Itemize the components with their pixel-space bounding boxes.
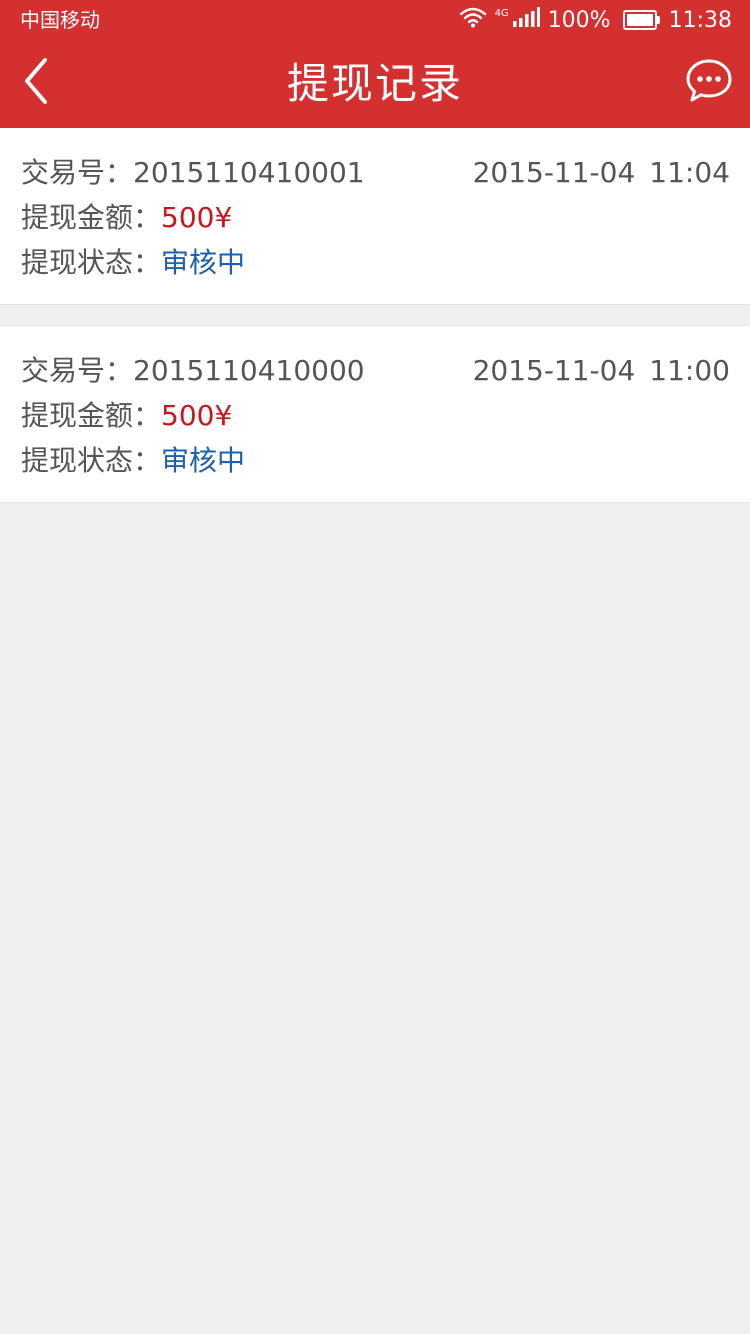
amount-label: 提现金额： [21,399,162,432]
record-datetime: 2015-11-04 11:04 [473,152,730,194]
app-header: 中国移动 4G 100% 11:38 提现记录 [0,0,750,128]
network-type-label: 4G [494,7,509,19]
wifi-icon [459,6,487,34]
record-date: 2015-11-04 [472,354,636,387]
battery-icon [622,10,660,30]
status-bar: 中国移动 4G 100% 11:38 [0,0,750,40]
trade-number-value: 2015110410001 [133,156,365,189]
clock-time: 11:38 [668,7,732,33]
navigation-bar: 提现记录 [0,40,750,128]
amount-row: 提现金额：500¥ [21,395,232,437]
record-time: 11:04 [649,156,730,189]
status-value: 审核中 [161,246,246,279]
status-indicators: 4G 100% 11:38 [459,4,732,36]
chat-bubble-icon [685,58,733,108]
withdraw-record-list: 交易号：2015110410001 2015-11-04 11:04 提现金额：5… [0,128,750,503]
amount-value: 500¥ [161,201,233,234]
message-button[interactable] [684,56,734,110]
status-value: 审核中 [161,444,246,477]
carrier-label: 中国移动 [20,8,100,32]
back-button[interactable] [14,54,58,112]
chevron-left-icon [21,56,51,110]
trade-number-label: 交易号： [21,156,134,189]
record-card[interactable]: 交易号：2015110410000 2015-11-04 11:00 提现金额：5… [0,325,750,503]
battery-percent: 100% [547,7,611,33]
record-time: 11:00 [649,354,730,387]
status-row: 提现状态：审核中 [21,242,245,284]
signal-icon [512,7,540,33]
amount-value: 500¥ [161,399,233,432]
record-datetime: 2015-11-04 11:00 [473,350,730,392]
trade-number-row: 交易号：2015110410000 [21,350,365,392]
trade-number-label: 交易号： [21,354,134,387]
status-label: 提现状态： [21,246,162,279]
status-label: 提现状态： [21,444,162,477]
amount-label: 提现金额： [21,201,162,234]
trade-number-value: 2015110410000 [133,354,365,387]
battery-level-fill [626,14,653,26]
record-date: 2015-11-04 [472,156,636,189]
trade-number-row: 交易号：2015110410001 [21,152,365,194]
record-card[interactable]: 交易号：2015110410001 2015-11-04 11:04 提现金额：5… [0,128,750,305]
page-title: 提现记录 [286,59,463,108]
amount-row: 提现金额：500¥ [21,197,232,239]
status-row: 提现状态：审核中 [21,440,245,482]
